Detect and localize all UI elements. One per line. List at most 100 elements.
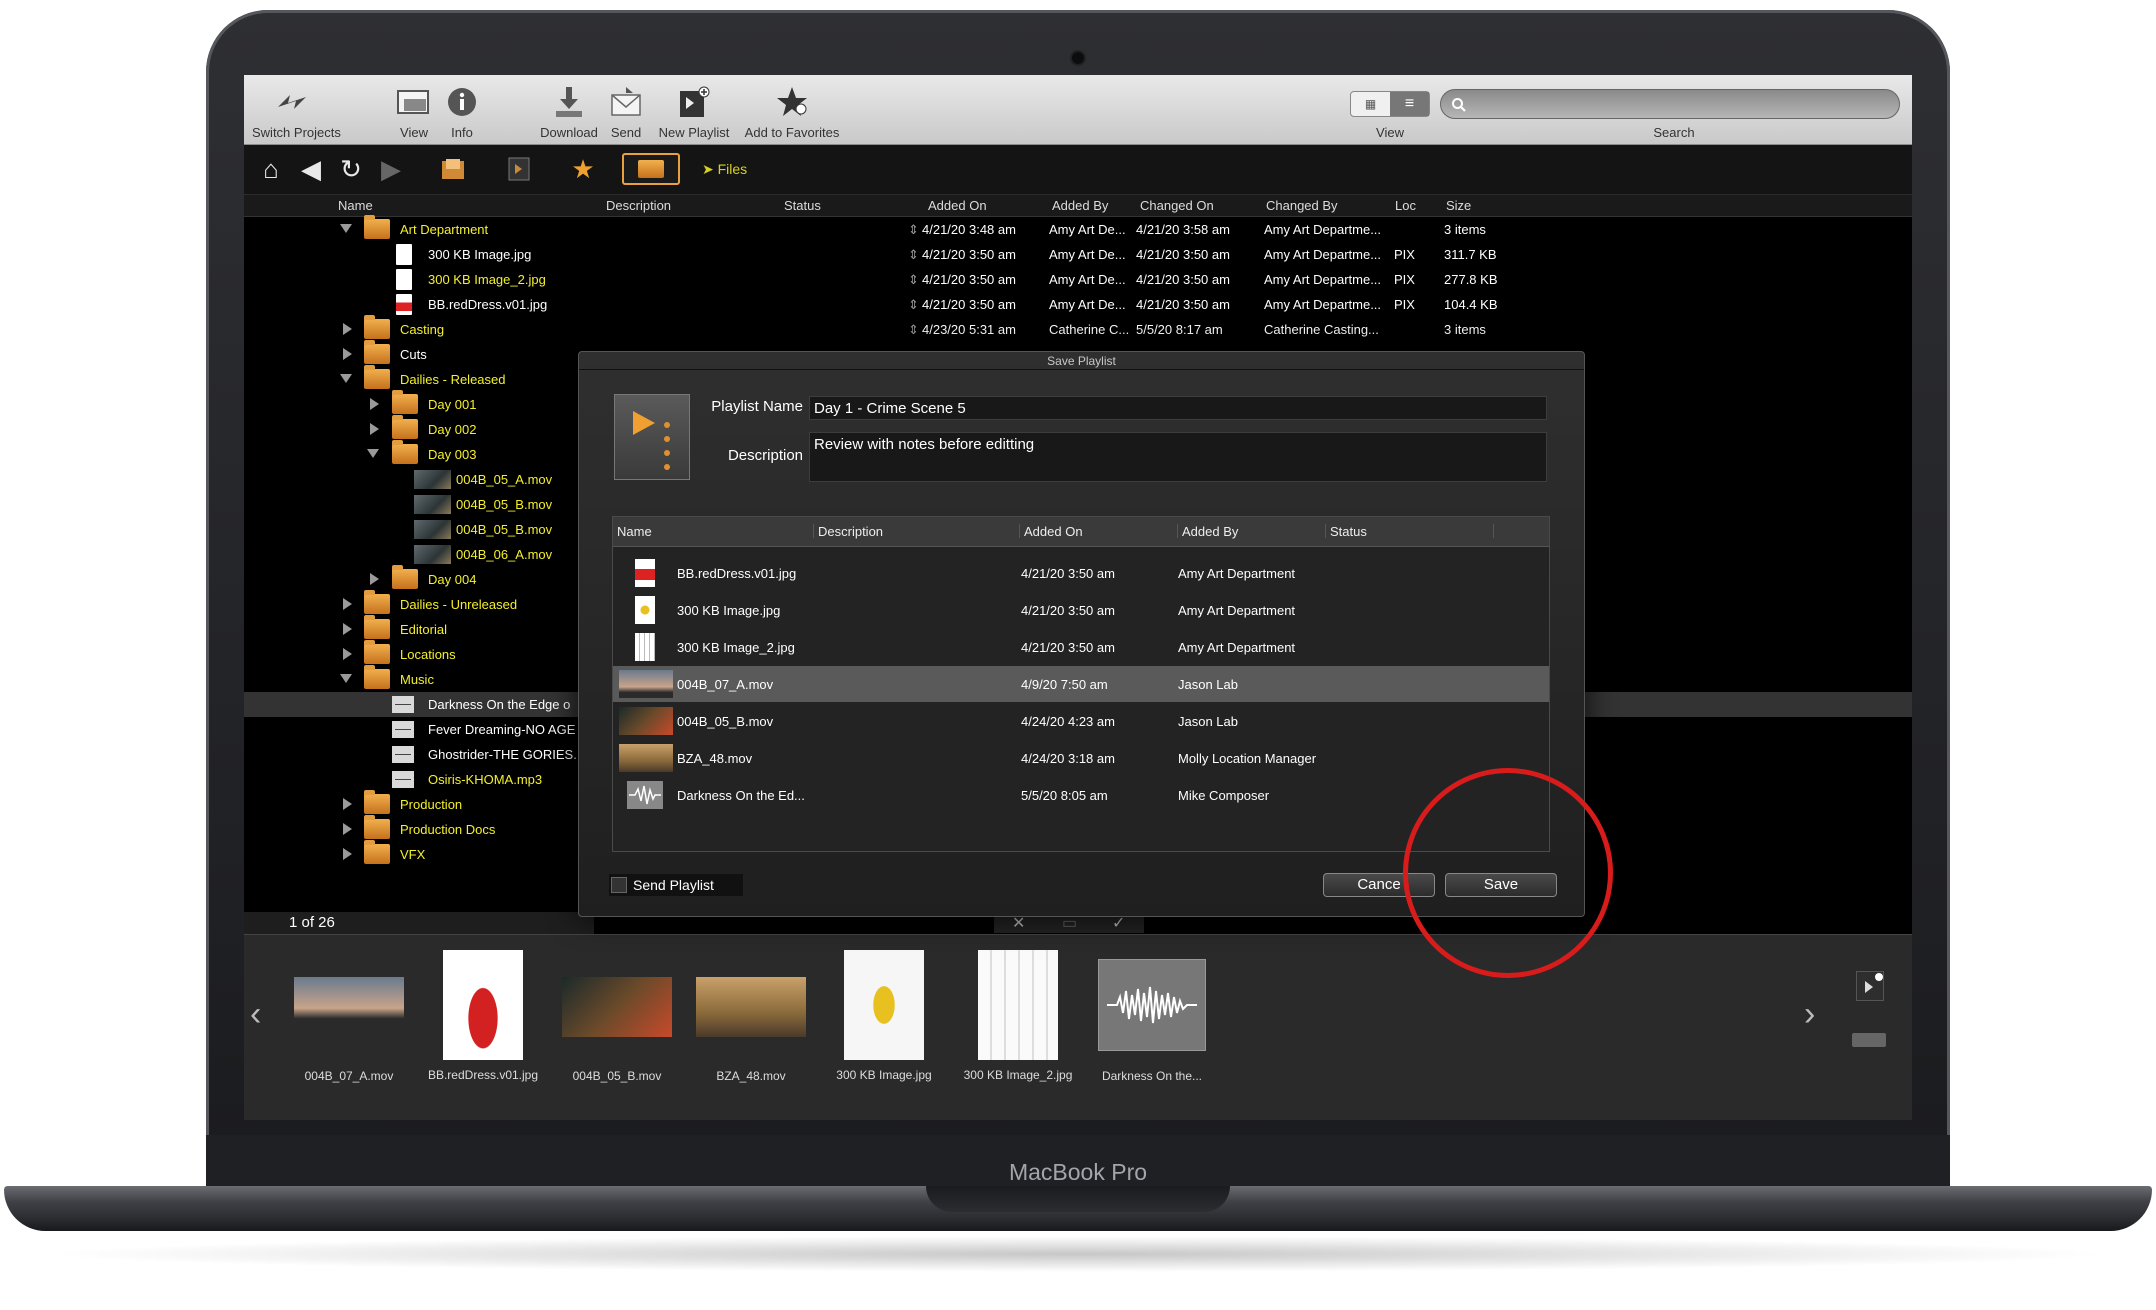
playlist-items-table: Name Description Added On Added By Statu… — [612, 516, 1550, 852]
col-changed-on[interactable]: Changed On — [1140, 198, 1214, 213]
tree-row-art-department[interactable]: Art Department ⇕ 4/21/20 3:48 am Amy Art… — [244, 215, 1912, 242]
playlist-row[interactable]: 300 KB Image.jpg 4/21/20 3:50 am Amy Art… — [613, 592, 1549, 628]
tree-row-300kb-image-2[interactable]: 300 KB Image_2.jpg ⇕ 4/21/20 3:50 am Amy… — [244, 267, 1912, 292]
description-input[interactable]: Review with notes before editting — [809, 432, 1547, 482]
playlist-row[interactable]: Darkness On the Ed... 5/5/20 8:05 am Mik… — [613, 777, 1549, 813]
send-icon — [611, 87, 641, 116]
laptop-shadow — [40, 1236, 2116, 1272]
new-playlist-button[interactable]: New Playlist — [656, 85, 732, 140]
thumbnail — [619, 707, 673, 735]
strip-item[interactable]: Darkness On the... — [1087, 959, 1217, 1083]
playlist-row[interactable]: 300 KB Image_2.jpg 4/21/20 3:50 am Amy A… — [613, 629, 1549, 665]
view-toggle: ▦ ≡ — [1350, 91, 1430, 117]
strip-item[interactable]: 004B_05_B.mov — [552, 977, 682, 1083]
send-playlist-checkbox-row[interactable]: Send Playlist — [609, 874, 743, 896]
info-button[interactable]: Info — [442, 85, 482, 140]
list-view-icon[interactable]: ≡ — [1390, 92, 1429, 116]
new-playlist-icon — [680, 86, 710, 117]
dialog-title: Save Playlist — [579, 352, 1584, 370]
pcol-name[interactable]: Name — [613, 524, 652, 539]
favorites-icon[interactable]: ★ — [566, 153, 600, 185]
status-bar: 1 of 26 — [244, 912, 594, 934]
waveform-icon — [627, 781, 663, 809]
info-label: Info — [451, 125, 473, 140]
col-changed-by[interactable]: Changed By — [1266, 198, 1338, 213]
file-list-header: Name Description Status Added On Added B… — [244, 195, 1912, 217]
eject-icon[interactable] — [1852, 1033, 1886, 1047]
playlist-name-label: Playlist Name — [711, 398, 803, 415]
playlist-row[interactable]: BB.redDress.v01.jpg 4/21/20 3:50 am Amy … — [613, 555, 1549, 591]
files-folder-icon[interactable] — [622, 153, 680, 185]
send-playlist-label: Send Playlist — [633, 877, 714, 893]
switch-projects-button[interactable]: Switch Projects — [252, 85, 341, 140]
thumbnail — [635, 596, 655, 624]
add-to-playlist-icon[interactable] — [1856, 971, 1884, 1001]
playlist-icon — [614, 394, 690, 480]
strip-prev-icon[interactable]: ‹ — [250, 995, 261, 1034]
brand-label: MacBook Pro — [1008, 1159, 1148, 1185]
strip-item[interactable]: BB.redDress.v01.jpg — [418, 950, 548, 1082]
playlist-name-input[interactable]: Day 1 - Crime Scene 5 — [809, 396, 1547, 420]
filmstrip: ‹ 004B_07_A.mov BB.redDress.v01.jpg 004B… — [244, 934, 1912, 1120]
pcol-status[interactable]: Status — [1325, 524, 1367, 539]
col-loc[interactable]: Loc — [1395, 198, 1416, 213]
col-name[interactable]: Name — [338, 198, 373, 213]
tree-row-reddress[interactable]: BB.redDress.v01.jpg ⇕ 4/21/20 3:50 am Am… — [244, 292, 1912, 317]
thumbnail — [619, 744, 673, 772]
pcol-added-by[interactable]: Added By — [1177, 524, 1238, 539]
col-description[interactable]: Description — [606, 198, 671, 213]
thumbnail — [635, 559, 655, 587]
view-toggle-label: View — [1376, 125, 1404, 140]
search-label: Search — [1653, 125, 1695, 140]
thumbnail — [619, 670, 673, 698]
camera — [1072, 52, 1084, 64]
view-label: View — [400, 125, 428, 140]
waveform-icon — [1098, 959, 1206, 1051]
playlist-row-selected[interactable]: 004B_07_A.mov 4/9/20 7:50 am Jason Lab — [613, 666, 1549, 702]
strip-item[interactable]: 300 KB Image_2.jpg — [953, 950, 1083, 1082]
send-button[interactable]: Send — [606, 85, 646, 140]
col-size[interactable]: Size — [1446, 198, 1471, 213]
thumbnail — [635, 633, 655, 661]
app-screen: Switch Projects View Info Download Send … — [244, 75, 1912, 1120]
star-icon — [777, 87, 807, 116]
download-icon — [556, 87, 582, 117]
pcol-added-on[interactable]: Added On — [1019, 524, 1083, 539]
playlists-icon[interactable] — [502, 153, 536, 185]
breadcrumb[interactable]: ➤ Files — [702, 161, 747, 178]
pcol-description[interactable]: Description — [813, 524, 883, 539]
add-to-favorites-button[interactable]: Add to Favorites — [740, 85, 844, 140]
strip-item[interactable]: BZA_48.mov — [686, 977, 816, 1083]
info-icon — [448, 88, 476, 116]
download-label: Download — [540, 125, 598, 140]
col-status[interactable]: Status — [784, 198, 821, 213]
col-added-by[interactable]: Added By — [1052, 198, 1108, 213]
back-icon[interactable]: ◀ — [296, 153, 326, 185]
laptop-notch — [926, 1186, 1230, 1212]
toolbar: Switch Projects View Info Download Send … — [244, 75, 1912, 145]
view-button[interactable]: View — [394, 85, 434, 140]
description-label: Description — [727, 447, 803, 464]
playlist-row[interactable]: BZA_48.mov 4/24/20 3:18 am Molly Locatio… — [613, 740, 1549, 776]
send-playlist-checkbox[interactable] — [611, 877, 627, 893]
send-label: Send — [610, 125, 642, 140]
forward-icon[interactable]: ▶ — [376, 153, 406, 185]
grid-view-icon[interactable]: ▦ — [1351, 92, 1390, 116]
inbox-icon[interactable] — [436, 153, 470, 185]
tree-row-casting[interactable]: Casting ⇕ 4/23/20 5:31 am Catherine C...… — [244, 315, 1912, 342]
home-icon[interactable]: ⌂ — [256, 153, 286, 185]
strip-next-icon[interactable]: › — [1804, 995, 1815, 1034]
col-added-on[interactable]: Added On — [928, 198, 987, 213]
nav-bar: ⌂ ◀ ↻ ▶ ★ ➤ Files — [244, 145, 1912, 195]
switch-projects-label: Switch Projects — [252, 125, 341, 140]
tree-row-300kb-image[interactable]: 300 KB Image.jpg ⇕ 4/21/20 3:50 am Amy A… — [244, 242, 1912, 267]
search-input[interactable] — [1440, 89, 1900, 119]
refresh-icon[interactable]: ↻ — [336, 153, 366, 185]
switch-projects-icon — [278, 95, 306, 109]
playlist-row[interactable]: 004B_05_B.mov 4/24/20 4:23 am Jason Lab — [613, 703, 1549, 739]
strip-item[interactable]: 300 KB Image.jpg — [819, 950, 949, 1082]
download-button[interactable]: Download — [534, 85, 604, 140]
strip-item[interactable]: 004B_07_A.mov — [284, 977, 414, 1083]
highlight-circle — [1403, 768, 1613, 978]
breadcrumb-files: Files — [717, 161, 748, 177]
